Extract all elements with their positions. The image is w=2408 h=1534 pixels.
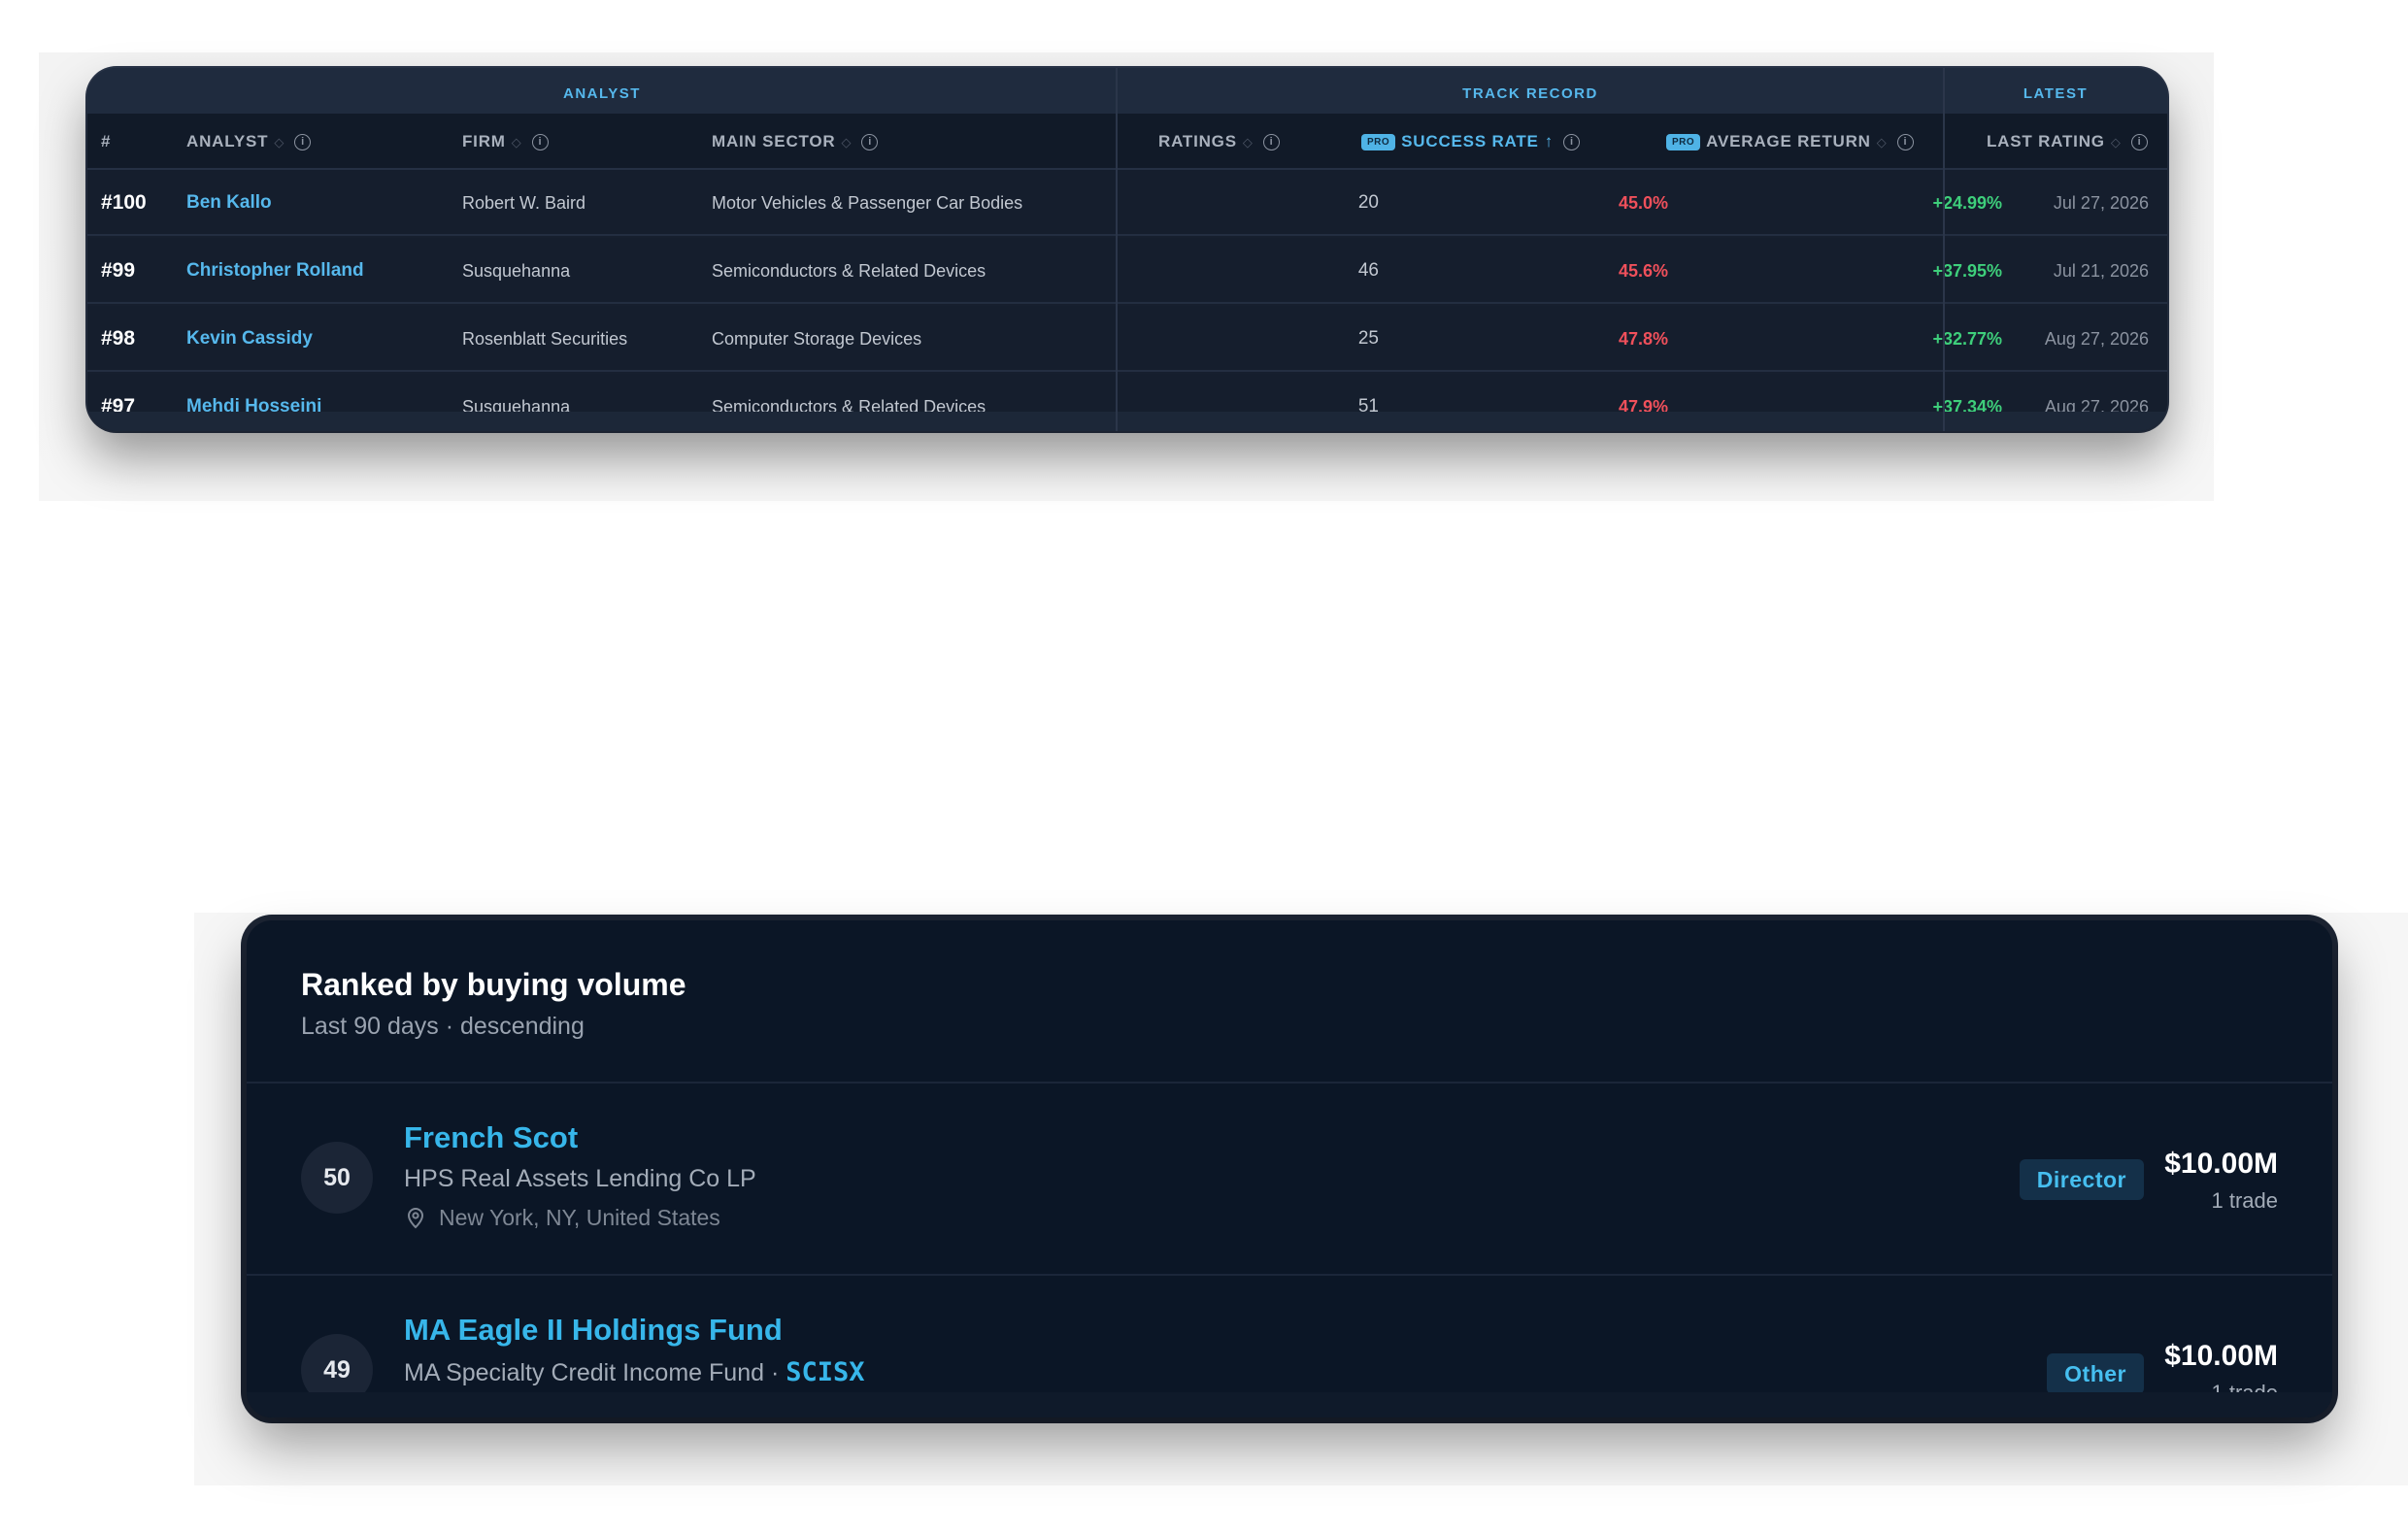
col-success-rate[interactable]: PRO SUCCESS RATE ↑ i: [1361, 114, 1581, 170]
col-main-sector[interactable]: MAIN SECTOR ◇ i: [712, 114, 879, 170]
col-ratings-label: RATINGS: [1158, 132, 1237, 150]
col-average-return[interactable]: PRO AVERAGE RETURN ◇ i: [1666, 114, 1914, 170]
panel-subtitle: Last 90 days · descending: [301, 1013, 585, 1040]
col-analyst[interactable]: ANALYST ◇ i: [186, 114, 312, 170]
col-main-sector-label: MAIN SECTOR: [712, 132, 836, 150]
table-row[interactable]: #98 Kevin Cassidy Rosenblatt Securities …: [87, 306, 2167, 372]
col-analyst-label: ANALYST: [186, 132, 269, 150]
company-name: MA Specialty Credit Income Fund · SCISX: [404, 1357, 865, 1387]
ticker-link[interactable]: SCISX: [786, 1357, 864, 1387]
info-circle-icon[interactable]: i: [1563, 134, 1581, 151]
success-rate-value: 45.6%: [1618, 261, 1668, 281]
col-average-return-label: AVERAGE RETURN: [1706, 132, 1871, 150]
map-pin-icon: [407, 1208, 424, 1229]
col-rank: #: [101, 132, 112, 150]
ratings-count: 46: [1357, 260, 1379, 281]
sort-icon[interactable]: ◇: [1243, 135, 1254, 150]
group-divider: [1116, 68, 1118, 431]
info-circle-icon[interactable]: i: [531, 134, 549, 151]
group-analyst: ANALYST: [563, 85, 641, 102]
column-group-row: ANALYST TRACK RECORD LATEST: [87, 68, 2167, 114]
list-scroll-edge: [247, 1392, 2332, 1417]
table-row[interactable]: #100 Ben Kallo Robert W. Baird Motor Veh…: [87, 170, 2167, 236]
location-text: New York, NY, United States: [439, 1205, 720, 1230]
firm-name: Robert W. Baird: [462, 193, 586, 213]
col-ratings[interactable]: RATINGS ◇ i: [1158, 114, 1280, 170]
ratings-count: 25: [1357, 328, 1379, 349]
firm-name: Rosenblatt Securities: [462, 329, 628, 349]
success-rate-value: 47.8%: [1618, 329, 1668, 349]
group-track-record: TRACK RECORD: [1462, 85, 1598, 102]
col-last-rating[interactable]: LAST RATING ◇ i: [1987, 114, 2148, 170]
sort-icon[interactable]: ◇: [274, 135, 284, 150]
panel-title: Ranked by buying volume: [301, 967, 686, 1002]
last-rating-date: Jul 27, 2026: [2053, 193, 2149, 213]
info-circle-icon[interactable]: i: [294, 134, 312, 151]
trade-count: 1 trade: [2211, 1188, 2279, 1213]
sort-icon[interactable]: ◇: [512, 135, 522, 150]
analyst-name-link[interactable]: Kevin Cassidy: [186, 306, 313, 372]
row-rank: #98: [101, 327, 136, 350]
role-badge: Director: [2019, 1159, 2144, 1200]
sort-icon[interactable]: ◇: [842, 135, 853, 150]
group-latest: LATEST: [2023, 85, 2089, 102]
buy-amount: $10.00M: [2164, 1340, 2278, 1372]
main-sector: Semiconductors & Related Devices: [712, 261, 987, 281]
company-name: HPS Real Assets Lending Co LP: [404, 1165, 756, 1192]
firm-name: Susquehanna: [462, 261, 571, 281]
analyst-name-link[interactable]: Christopher Rolland: [186, 238, 364, 304]
info-circle-icon[interactable]: i: [2130, 134, 2148, 151]
last-rating-date: Aug 27, 2026: [2044, 329, 2149, 349]
table-scroll-edge: [87, 412, 2167, 431]
sort-icon[interactable]: ◇: [1877, 135, 1888, 150]
pro-badge: PRO: [1666, 134, 1701, 151]
panel-header: Ranked by buying volume Last 90 days · d…: [247, 920, 2332, 1084]
success-rate-value: 45.0%: [1618, 193, 1668, 213]
col-last-rating-label: LAST RATING: [1987, 132, 2105, 150]
company-name-text: MA Specialty Credit Income Fund ·: [404, 1359, 780, 1386]
list-item[interactable]: 50 French Scot HPS Real Assets Lending C…: [247, 1084, 2332, 1276]
main-sector: Motor Vehicles & Passenger Car Bodies: [712, 193, 1023, 213]
row-rank: #100: [101, 191, 147, 214]
info-circle-icon[interactable]: i: [1262, 134, 1280, 151]
col-success-rate-label: SUCCESS RATE: [1401, 132, 1539, 150]
column-header-row: # ANALYST ◇ i FIRM ◇ i MAIN SECTOR ◇ i RATINGS…: [87, 114, 2167, 170]
row-rank: #99: [101, 259, 136, 282]
insider-name-link[interactable]: French Scot: [404, 1120, 578, 1155]
pro-badge: PRO: [1361, 134, 1396, 151]
main-sector: Computer Storage Devices: [712, 329, 922, 349]
info-circle-icon[interactable]: i: [861, 134, 879, 151]
col-firm[interactable]: FIRM ◇ i: [462, 114, 549, 170]
analyst-table: ANALYST TRACK RECORD LATEST # ANALYST ◇ i …: [87, 68, 2167, 431]
info-circle-icon[interactable]: i: [1896, 134, 1914, 151]
insider-name-link[interactable]: MA Eagle II Holdings Fund: [404, 1313, 783, 1348]
sort-icon[interactable]: ◇: [2111, 135, 2122, 150]
table-row[interactable]: #99 Christopher Rolland Susquehanna Semi…: [87, 238, 2167, 304]
location: New York, NY, United States: [404, 1205, 720, 1231]
buying-volume-panel: Ranked by buying volume Last 90 days · d…: [247, 920, 2332, 1417]
col-firm-label: FIRM: [462, 132, 506, 150]
sort-ascending-icon[interactable]: ↑: [1545, 132, 1554, 150]
buy-amount: $10.00M: [2164, 1148, 2278, 1180]
group-divider: [1943, 68, 1945, 431]
ratings-count: 20: [1357, 192, 1379, 213]
role-badge: Other: [2047, 1353, 2144, 1394]
analyst-name-link[interactable]: Ben Kallo: [186, 170, 272, 236]
rank-badge: 50: [301, 1142, 373, 1214]
last-rating-date: Jul 21, 2026: [2053, 261, 2149, 281]
